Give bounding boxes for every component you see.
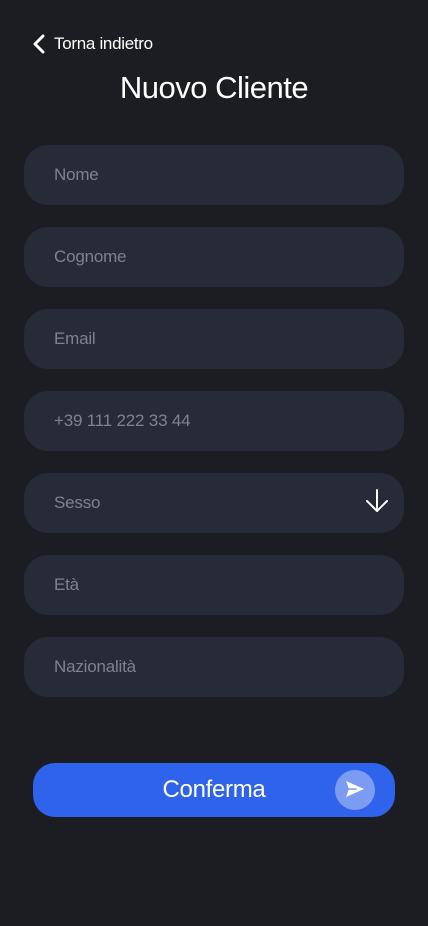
chevron-left-icon xyxy=(32,34,46,54)
eta-field-container xyxy=(24,555,404,615)
eta-field[interactable] xyxy=(24,555,404,615)
cognome-field[interactable] xyxy=(24,227,404,287)
back-link-label: Torna indietro xyxy=(54,34,153,53)
nome-field[interactable] xyxy=(24,145,404,205)
sesso-select-placeholder: Sesso xyxy=(54,493,101,512)
phone-field[interactable] xyxy=(24,391,404,451)
send-icon xyxy=(345,780,365,801)
back-link[interactable]: Torna indietro xyxy=(32,32,153,56)
page-title: Nuovo Cliente xyxy=(119,70,309,105)
arrow-down-icon xyxy=(364,488,390,519)
phone-field-container xyxy=(24,391,404,451)
nome-field-container xyxy=(24,145,404,205)
send-button-circle xyxy=(335,770,375,810)
new-client-form: Sesso xyxy=(24,145,404,719)
email-field[interactable] xyxy=(24,309,404,369)
nazionalita-field-container xyxy=(24,637,404,697)
confirm-button[interactable]: Conferma xyxy=(33,763,395,817)
sesso-select[interactable]: Sesso xyxy=(24,473,404,533)
email-field-container xyxy=(24,309,404,369)
cognome-field-container xyxy=(24,227,404,287)
nazionalita-field[interactable] xyxy=(24,637,404,697)
